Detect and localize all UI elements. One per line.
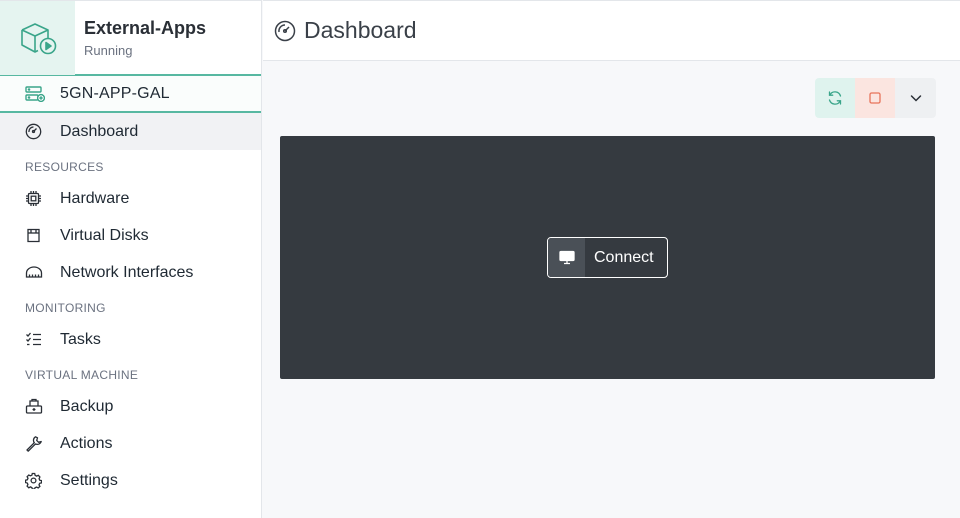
section-title-monitoring: MONITORING (25, 301, 106, 315)
sidebar-item-label: Tasks (60, 330, 101, 348)
server-item[interactable]: 5GN-APP-GAL (0, 76, 261, 113)
sidebar-item-label: Dashboard (60, 122, 139, 140)
gauge-icon (274, 20, 296, 41)
sidebar-item-actions[interactable]: Actions (0, 425, 261, 462)
network-icon (25, 266, 43, 278)
wrench-icon (26, 436, 42, 452)
sidebar-item-label: Virtual Disks (60, 226, 149, 244)
more-actions-button[interactable] (895, 78, 936, 118)
sidebar-item-dashboard[interactable]: Dashboard (0, 113, 261, 150)
monitor-icon (558, 250, 575, 265)
stop-icon (869, 92, 881, 104)
app-status: Running (84, 43, 133, 58)
sidebar-item-virtual-disks[interactable]: Virtual Disks (0, 217, 261, 254)
server-label: 5GN-APP-GAL (60, 84, 170, 102)
vm-control-group (815, 78, 936, 118)
page-title: Dashboard (304, 17, 417, 43)
cube-play-icon (20, 23, 56, 55)
chevron-down-icon (910, 95, 921, 102)
sidebar-item-label: Actions (60, 434, 113, 452)
sidebar-item-backup[interactable]: Backup (0, 388, 261, 425)
app-logo (0, 1, 75, 75)
sidebar-item-hardware[interactable]: Hardware (0, 180, 261, 217)
sidebar-item-label: Hardware (60, 189, 130, 207)
gear-icon (25, 472, 42, 489)
gauge-icon (25, 123, 42, 140)
sidebar-item-network-interfaces[interactable]: Network Interfaces (0, 254, 261, 291)
refresh-icon (828, 91, 842, 105)
chip-icon (26, 191, 41, 206)
stop-button[interactable] (855, 78, 895, 118)
sidebar-item-label: Backup (60, 397, 114, 415)
app-name: External-Apps (84, 18, 207, 38)
page-header: Dashboard (263, 0, 960, 61)
tasks-icon (26, 332, 41, 346)
sidebar-item-settings[interactable]: Settings (0, 462, 261, 499)
section-title-virtual-machine: VIRTUAL MACHINE (25, 368, 139, 382)
connect-label: Connect (594, 248, 654, 266)
section-title-resources: RESOURCES (25, 160, 104, 174)
sidebar-item-label: Network Interfaces (60, 263, 194, 281)
sidebar-item-label: Settings (60, 471, 118, 489)
app-header: External-Apps Running (0, 0, 261, 76)
sidebar-item-tasks[interactable]: Tasks (0, 321, 261, 358)
console-panel: Connect (280, 136, 935, 379)
disk-icon (27, 228, 40, 243)
sidebar: External-Apps Running 5GN-APP-GAL Dashbo… (0, 0, 262, 518)
restart-button[interactable] (815, 78, 855, 118)
connect-button[interactable]: Connect (547, 237, 668, 278)
backup-icon (25, 398, 43, 414)
server-add-icon (25, 85, 45, 102)
